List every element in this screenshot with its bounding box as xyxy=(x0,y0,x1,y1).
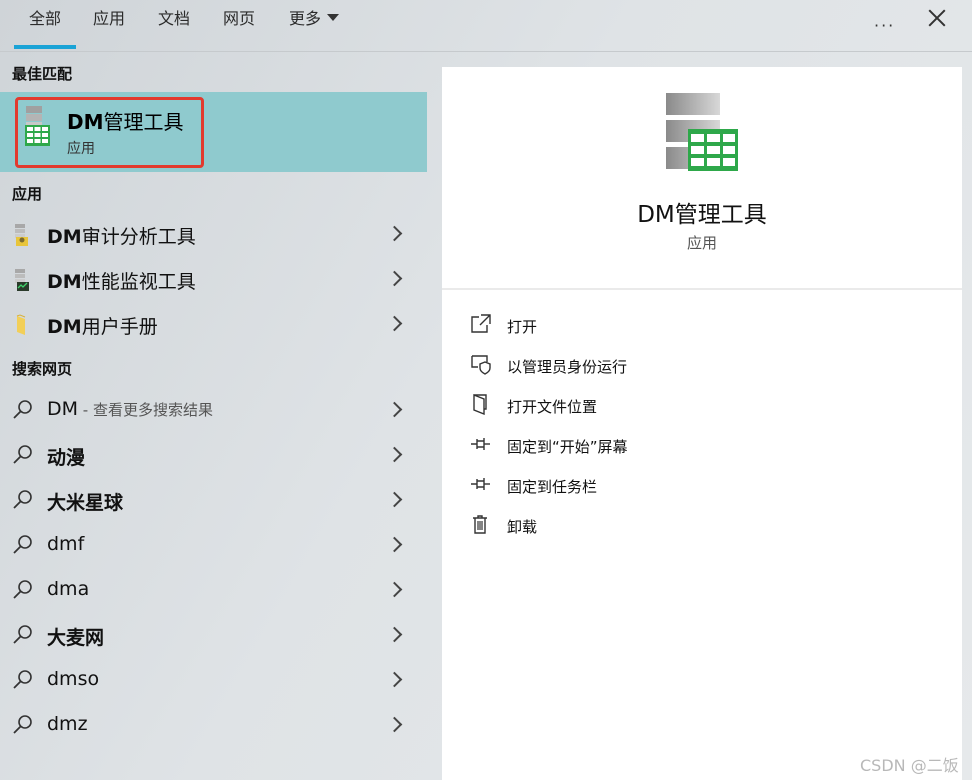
tab-documents[interactable]: 文档 xyxy=(158,9,190,29)
app-label-rest: 性能监视工具 xyxy=(81,271,196,293)
web-result-row[interactable]: DM - 查看更多搜索结果 xyxy=(0,388,427,432)
section-title-web-search: 搜索网页 xyxy=(12,360,73,378)
best-match-title-rest: 管理工具 xyxy=(103,110,184,134)
web-result-row[interactable]: dmz xyxy=(0,703,427,747)
audit-tool-icon xyxy=(15,224,28,246)
admin-shield-icon xyxy=(471,355,491,375)
action-open[interactable]: 打开 xyxy=(470,310,950,340)
chevron-right-icon[interactable] xyxy=(386,446,403,463)
search-icon xyxy=(13,445,32,464)
web-result-label: 大麦网 xyxy=(47,627,105,649)
detail-subtitle: 应用 xyxy=(686,234,717,252)
monitor-tool-icon xyxy=(15,269,29,291)
app-label: DM审计分析工具 xyxy=(47,222,196,249)
web-result-label: dmf xyxy=(47,533,85,555)
search-icon xyxy=(13,490,32,509)
action-open-file-location[interactable]: 打开文件位置 xyxy=(470,390,950,420)
tab-all[interactable]: 全部 xyxy=(13,9,77,49)
action-label: 打开 xyxy=(507,318,538,336)
open-icon xyxy=(471,314,491,333)
section-title-apps: 应用 xyxy=(12,185,43,203)
app-label-rest: 审计分析工具 xyxy=(81,226,196,248)
app-label: DM用户手册 xyxy=(47,312,158,339)
detail-divider xyxy=(442,288,962,290)
action-label: 卸载 xyxy=(507,518,538,536)
web-result-row[interactable]: 大米星球 xyxy=(0,478,427,522)
tab-more[interactable]: 更多 xyxy=(289,9,340,29)
search-icon xyxy=(13,580,32,599)
pin-icon xyxy=(471,438,490,450)
action-label: 固定到“开始”屏幕 xyxy=(507,438,628,456)
close-icon[interactable] xyxy=(927,7,947,27)
search-icon xyxy=(13,715,32,734)
chevron-right-icon[interactable] xyxy=(386,225,403,242)
app-row-monitor[interactable]: DM性能监视工具 xyxy=(0,257,427,301)
action-label: 打开文件位置 xyxy=(507,398,598,416)
tab-apps[interactable]: 应用 xyxy=(93,9,125,29)
app-label: DM性能监视工具 xyxy=(47,267,196,294)
search-icon xyxy=(13,625,32,644)
web-result-row[interactable]: 大麦网 xyxy=(0,613,427,657)
dm-manager-large-icon xyxy=(666,93,738,171)
web-result-label: dmz xyxy=(47,713,88,735)
chevron-right-icon[interactable] xyxy=(386,270,403,287)
web-result-label: DM - 查看更多搜索结果 xyxy=(47,398,213,420)
search-icon xyxy=(13,400,32,419)
best-match-title-prefix: DM xyxy=(67,110,104,134)
chevron-right-icon[interactable] xyxy=(386,491,403,508)
app-label-prefix: DM xyxy=(47,226,82,248)
app-row-audit[interactable]: DM审计分析工具 xyxy=(0,212,427,256)
detail-panel: DM管理工具 应用 打开 以管理员身份运行 打开文件位置 固定到“开始”屏幕 固… xyxy=(442,67,962,780)
tab-more-label: 更多 xyxy=(289,9,322,28)
web-result-row[interactable]: dma xyxy=(0,568,427,612)
app-row-manual[interactable]: DM用户手册 xyxy=(0,302,427,346)
action-label: 以管理员身份运行 xyxy=(507,358,628,376)
chevron-down-icon xyxy=(327,14,340,21)
web-result-label: dma xyxy=(47,578,90,600)
folder-icon xyxy=(16,314,26,335)
action-uninstall[interactable]: 卸载 xyxy=(470,510,950,540)
chevron-right-icon[interactable] xyxy=(386,536,403,553)
best-match-title: DM管理工具 xyxy=(67,106,184,135)
web-result-suffix: - 查看更多搜索结果 xyxy=(78,401,213,419)
filter-tab-bar: 全部 应用 文档 网页 更多 ··· xyxy=(0,0,972,52)
tab-divider xyxy=(0,51,972,52)
chevron-right-icon[interactable] xyxy=(386,716,403,733)
search-icon xyxy=(13,535,32,554)
web-result-query: DM xyxy=(47,398,79,420)
section-title-best-match: 最佳匹配 xyxy=(12,65,73,83)
chevron-right-icon[interactable] xyxy=(386,315,403,332)
best-match-subtitle: 应用 xyxy=(67,141,95,157)
action-label: 固定到任务栏 xyxy=(507,478,598,496)
action-pin-to-taskbar[interactable]: 固定到任务栏 xyxy=(470,470,950,500)
action-pin-to-start[interactable]: 固定到“开始”屏幕 xyxy=(470,430,950,460)
app-label-prefix: DM xyxy=(47,316,82,338)
action-run-as-admin[interactable]: 以管理员身份运行 xyxy=(470,350,950,380)
web-result-row[interactable]: 动漫 xyxy=(0,433,427,477)
chevron-right-icon[interactable] xyxy=(386,671,403,688)
web-result-label: dmso xyxy=(47,668,100,690)
web-result-row[interactable]: dmso xyxy=(0,658,427,702)
tab-web[interactable]: 网页 xyxy=(223,9,255,29)
file-location-icon xyxy=(473,393,487,415)
chevron-right-icon[interactable] xyxy=(386,401,403,418)
web-result-label: 大米星球 xyxy=(47,492,124,514)
chevron-right-icon[interactable] xyxy=(386,626,403,643)
watermark: CSDN @二饭 xyxy=(860,756,959,775)
dm-manager-app-icon xyxy=(25,106,50,146)
trash-icon xyxy=(473,515,487,534)
web-result-label: 动漫 xyxy=(47,447,86,469)
app-label-rest: 用户手册 xyxy=(81,316,158,338)
search-icon xyxy=(13,670,32,689)
detail-title: DM管理工具 xyxy=(637,202,767,228)
chevron-right-icon[interactable] xyxy=(386,581,403,598)
pin-icon xyxy=(471,478,490,490)
app-label-prefix: DM xyxy=(47,271,82,293)
more-options-button[interactable]: ··· xyxy=(874,16,895,35)
web-result-row[interactable]: dmf xyxy=(0,523,427,567)
